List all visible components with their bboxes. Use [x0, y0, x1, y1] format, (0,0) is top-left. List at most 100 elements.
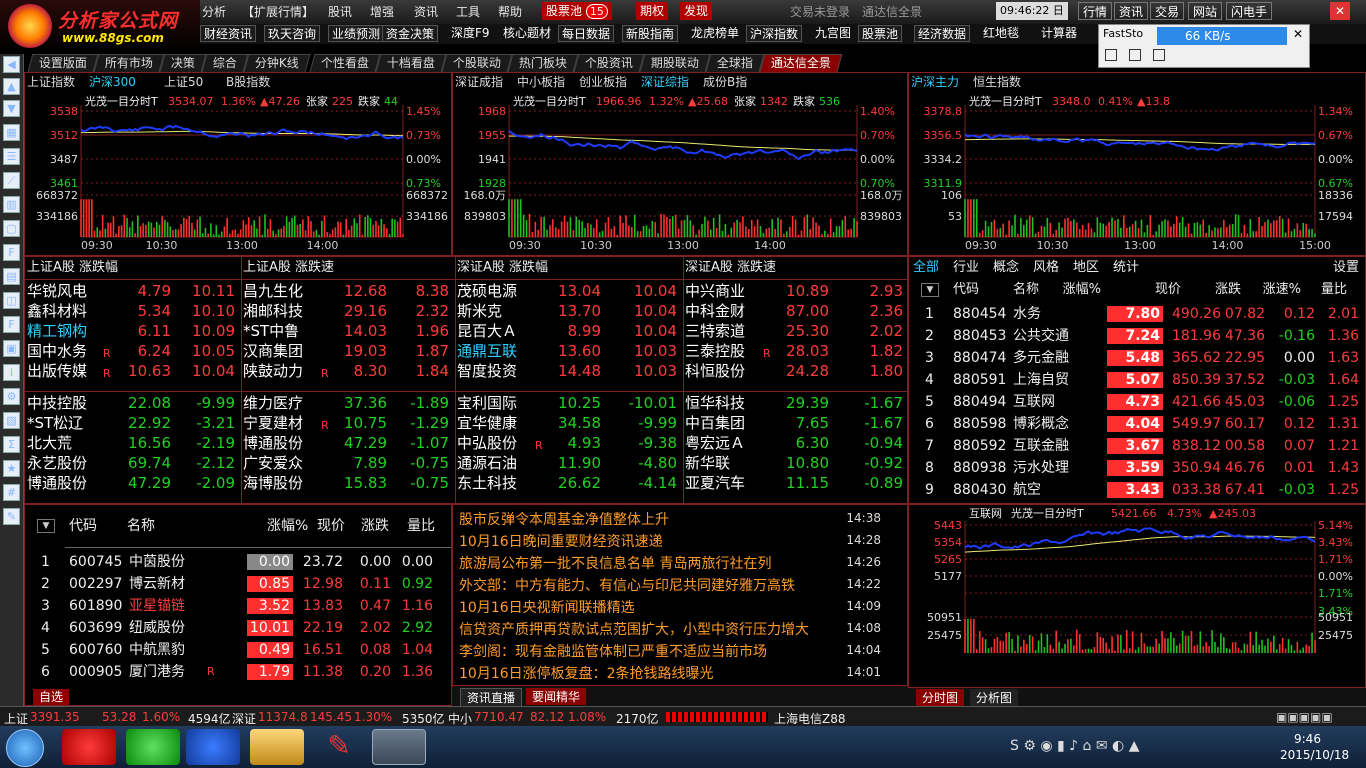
tab-analysis[interactable]: 分析图: [970, 689, 1019, 706]
news-item[interactable]: 10月16日涨停板复盘：2条抢钱路线曝光 14:01: [453, 661, 909, 683]
menu-news[interactable]: 股讯: [328, 3, 352, 20]
table-row[interactable]: 8 880938 污水处理 3.59 350.94 46.76 0.01 1.43: [909, 457, 1366, 479]
subtab-3[interactable]: B股指数: [226, 74, 270, 89]
taskbar-pen-icon[interactable]: ✎: [312, 729, 366, 765]
tab-7[interactable]: 个股联动: [441, 54, 513, 72]
start-icon[interactable]: [6, 729, 44, 767]
f10-icon[interactable]: F: [3, 316, 20, 333]
tab-news-highlight[interactable]: 要闻精华: [526, 688, 587, 705]
table-row[interactable]: 三泰控股 R 28.03 1.82: [683, 341, 909, 361]
discover-button[interactable]: 发现: [680, 2, 713, 20]
sector-tab-3[interactable]: 风格: [1033, 259, 1059, 277]
table-row[interactable]: 东土科技 26.62 -4.14: [455, 473, 683, 493]
capture-full-icon[interactable]: [1153, 49, 1165, 61]
watch-col-header[interactable]: 代码: [69, 517, 97, 535]
chart-panel-sz[interactable]: 深证成指 中小板指 创业板指 深证综指 成份B指 光茂一目分时T 1966.96 1.32% ▲…: [452, 72, 908, 256]
tab-4[interactable]: 分钟K线: [243, 54, 311, 72]
menu-analysis[interactable]: 分析: [202, 3, 226, 20]
table-row[interactable]: 出版传媒 R 10.63 10.04: [25, 361, 241, 381]
table-row[interactable]: 中弘股份 R 4.93 -9.38: [455, 433, 683, 453]
news-item[interactable]: 旅游局公布第一批不良信息名单 青岛两旅行社在列 14:26: [453, 551, 909, 573]
toolbar-btn-9[interactable]: 沪深指数: [746, 25, 803, 42]
options-button[interactable]: 期权: [636, 2, 669, 20]
watch-col-header[interactable]: 名称: [127, 517, 155, 535]
subtab-2[interactable]: 创业板指: [579, 74, 627, 89]
sector-settings[interactable]: 设置: [1333, 259, 1359, 277]
news-item[interactable]: 股市反弹令本周基金净值整体上升 14:38: [453, 507, 909, 529]
tray-icons[interactable]: S ⚙ ◉ ▮ ♪ ⌂ ✉ ◐ ▲: [1010, 738, 1140, 754]
indicator-icon[interactable]: ◫: [3, 292, 20, 309]
watch-col-header[interactable]: 涨幅%: [267, 517, 308, 535]
tab-5[interactable]: 个性看盘: [309, 54, 381, 72]
arrow-up-icon[interactable]: ▲: [3, 78, 20, 95]
capture-region-icon[interactable]: [1129, 49, 1141, 61]
toolbar-btn-1[interactable]: 玖天咨询: [264, 25, 321, 42]
table-row[interactable]: 广安爱众 7.89 -0.75: [241, 453, 455, 473]
tab-11[interactable]: 全球指: [705, 54, 765, 72]
star-icon[interactable]: ★: [3, 460, 20, 477]
tab-1[interactable]: 所有市场: [93, 54, 165, 72]
subtab-1[interactable]: 中小板指: [517, 74, 565, 89]
toolbar-btn-4[interactable]: 深度F9: [448, 25, 493, 42]
table-row[interactable]: 国中水务 R 6.24 10.05: [25, 341, 241, 361]
tab-6[interactable]: 十档看盘: [375, 54, 447, 72]
menu-help[interactable]: 帮助: [498, 3, 522, 20]
table-row[interactable]: 华锐风电 4.79 10.11: [25, 281, 241, 301]
sector-tab-2[interactable]: 概念: [993, 259, 1019, 277]
toolbar-btn-3[interactable]: 资金决策: [382, 25, 439, 42]
toolbar-btn-11[interactable]: 股票池: [858, 25, 903, 42]
watch-col-header[interactable]: 涨跌: [361, 517, 389, 535]
chart-panel-sector[interactable]: 互联网 光茂一目分时T 5421.66 4.73% ▲245.03 5443 5.14% 53…: [908, 504, 1366, 688]
tab-10[interactable]: 期股联动: [639, 54, 711, 72]
table-row[interactable]: 新华联 10.80 -0.92: [683, 453, 909, 473]
table-row[interactable]: 陕鼓动力 R 8.30 1.84: [241, 361, 455, 381]
taskbar-app-a-icon[interactable]: [62, 729, 116, 765]
sector-col-header[interactable]: 涨跌: [1215, 281, 1241, 299]
ranking-header-0[interactable]: 上证A股 涨跌幅: [27, 259, 118, 277]
grid-icon[interactable]: ▦: [3, 124, 20, 141]
ranking-header-3[interactable]: 深证A股 涨跌速: [685, 259, 776, 277]
taskbar-active-app-icon[interactable]: [372, 729, 426, 765]
settings-icon[interactable]: ⚙: [3, 388, 20, 405]
sector-tab-0[interactable]: 全部: [913, 259, 939, 277]
taskbar-app-b-icon[interactable]: [126, 729, 180, 765]
table-row[interactable]: 宁夏建材 R 10.75 -1.29: [241, 413, 455, 433]
sector-col-header[interactable]: 现价: [1155, 281, 1181, 299]
nav-trade[interactable]: 交易: [1150, 2, 1185, 20]
table-row[interactable]: 湘邮科技 29.16 2.32: [241, 301, 455, 321]
nav-info[interactable]: 资讯: [1114, 2, 1149, 20]
menu-info[interactable]: 资讯: [414, 3, 438, 20]
toolbar-btn-8[interactable]: 龙虎榜单: [688, 25, 742, 42]
capture-window-icon[interactable]: [1105, 49, 1117, 61]
table-row[interactable]: 博通股份 47.29 -2.09: [25, 473, 241, 493]
table-row[interactable]: 4 880591 上海自贸 5.07 850.39 37.52 -0.03 1.64: [909, 369, 1366, 391]
arrow-left-icon[interactable]: ◀: [3, 56, 20, 73]
news-item[interactable]: 10月16日央视新闻联播精选 14:09: [453, 595, 909, 617]
table-row[interactable]: 博通股份 47.29 -1.07: [241, 433, 455, 453]
sector-col-header[interactable]: 涨速%: [1263, 281, 1301, 299]
table-row[interactable]: 宜华健康 34.58 -9.99: [455, 413, 683, 433]
taskbar-app-c-icon[interactable]: [186, 729, 240, 765]
table-row[interactable]: 中科金财 87.00 2.36: [683, 301, 909, 321]
table-row[interactable]: 斯米克 13.70 10.04: [455, 301, 683, 321]
table-row[interactable]: 恒华科技 29.39 -1.67: [683, 393, 909, 413]
window-icon[interactable]: ▢: [3, 220, 20, 237]
fio-icon[interactable]: F: [3, 244, 20, 261]
menu-tools[interactable]: 工具: [456, 3, 480, 20]
nav-flash[interactable]: 闪电手: [1226, 2, 1273, 20]
table-row[interactable]: 永艺股份 69.74 -2.12: [25, 453, 241, 473]
subtab-0[interactable]: 深证成指: [455, 74, 503, 89]
table-row[interactable]: 科恒股份 24.28 1.80: [683, 361, 909, 381]
watch-dropdown-icon[interactable]: ▼: [37, 519, 55, 533]
sector-col-header[interactable]: 涨幅%: [1063, 281, 1101, 299]
chart-panel-sh[interactable]: 上证指数 沪深300 上证50 B股指数 光茂一目分时T 3534.07 1.36% ▲47.…: [24, 72, 452, 256]
table-row[interactable]: 2 880453 公共交通 7.24 181.96 47.36 -0.16 1.36: [909, 325, 1366, 347]
menu-extended[interactable]: 【扩展行情】: [242, 3, 314, 20]
news-item[interactable]: 外交部：中方有能力、有信心与印尼共同建好雅万高铁 14:22: [453, 573, 909, 595]
subtab-4[interactable]: 成份B指: [703, 74, 747, 89]
table-row[interactable]: 中技控股 22.08 -9.99: [25, 393, 241, 413]
sector-col-header[interactable]: 代码: [953, 281, 979, 299]
nav-quotes[interactable]: 行情: [1078, 2, 1113, 20]
tab-watchlist[interactable]: 自选: [33, 689, 70, 705]
table-row[interactable]: 北大荒 16.56 -2.19: [25, 433, 241, 453]
